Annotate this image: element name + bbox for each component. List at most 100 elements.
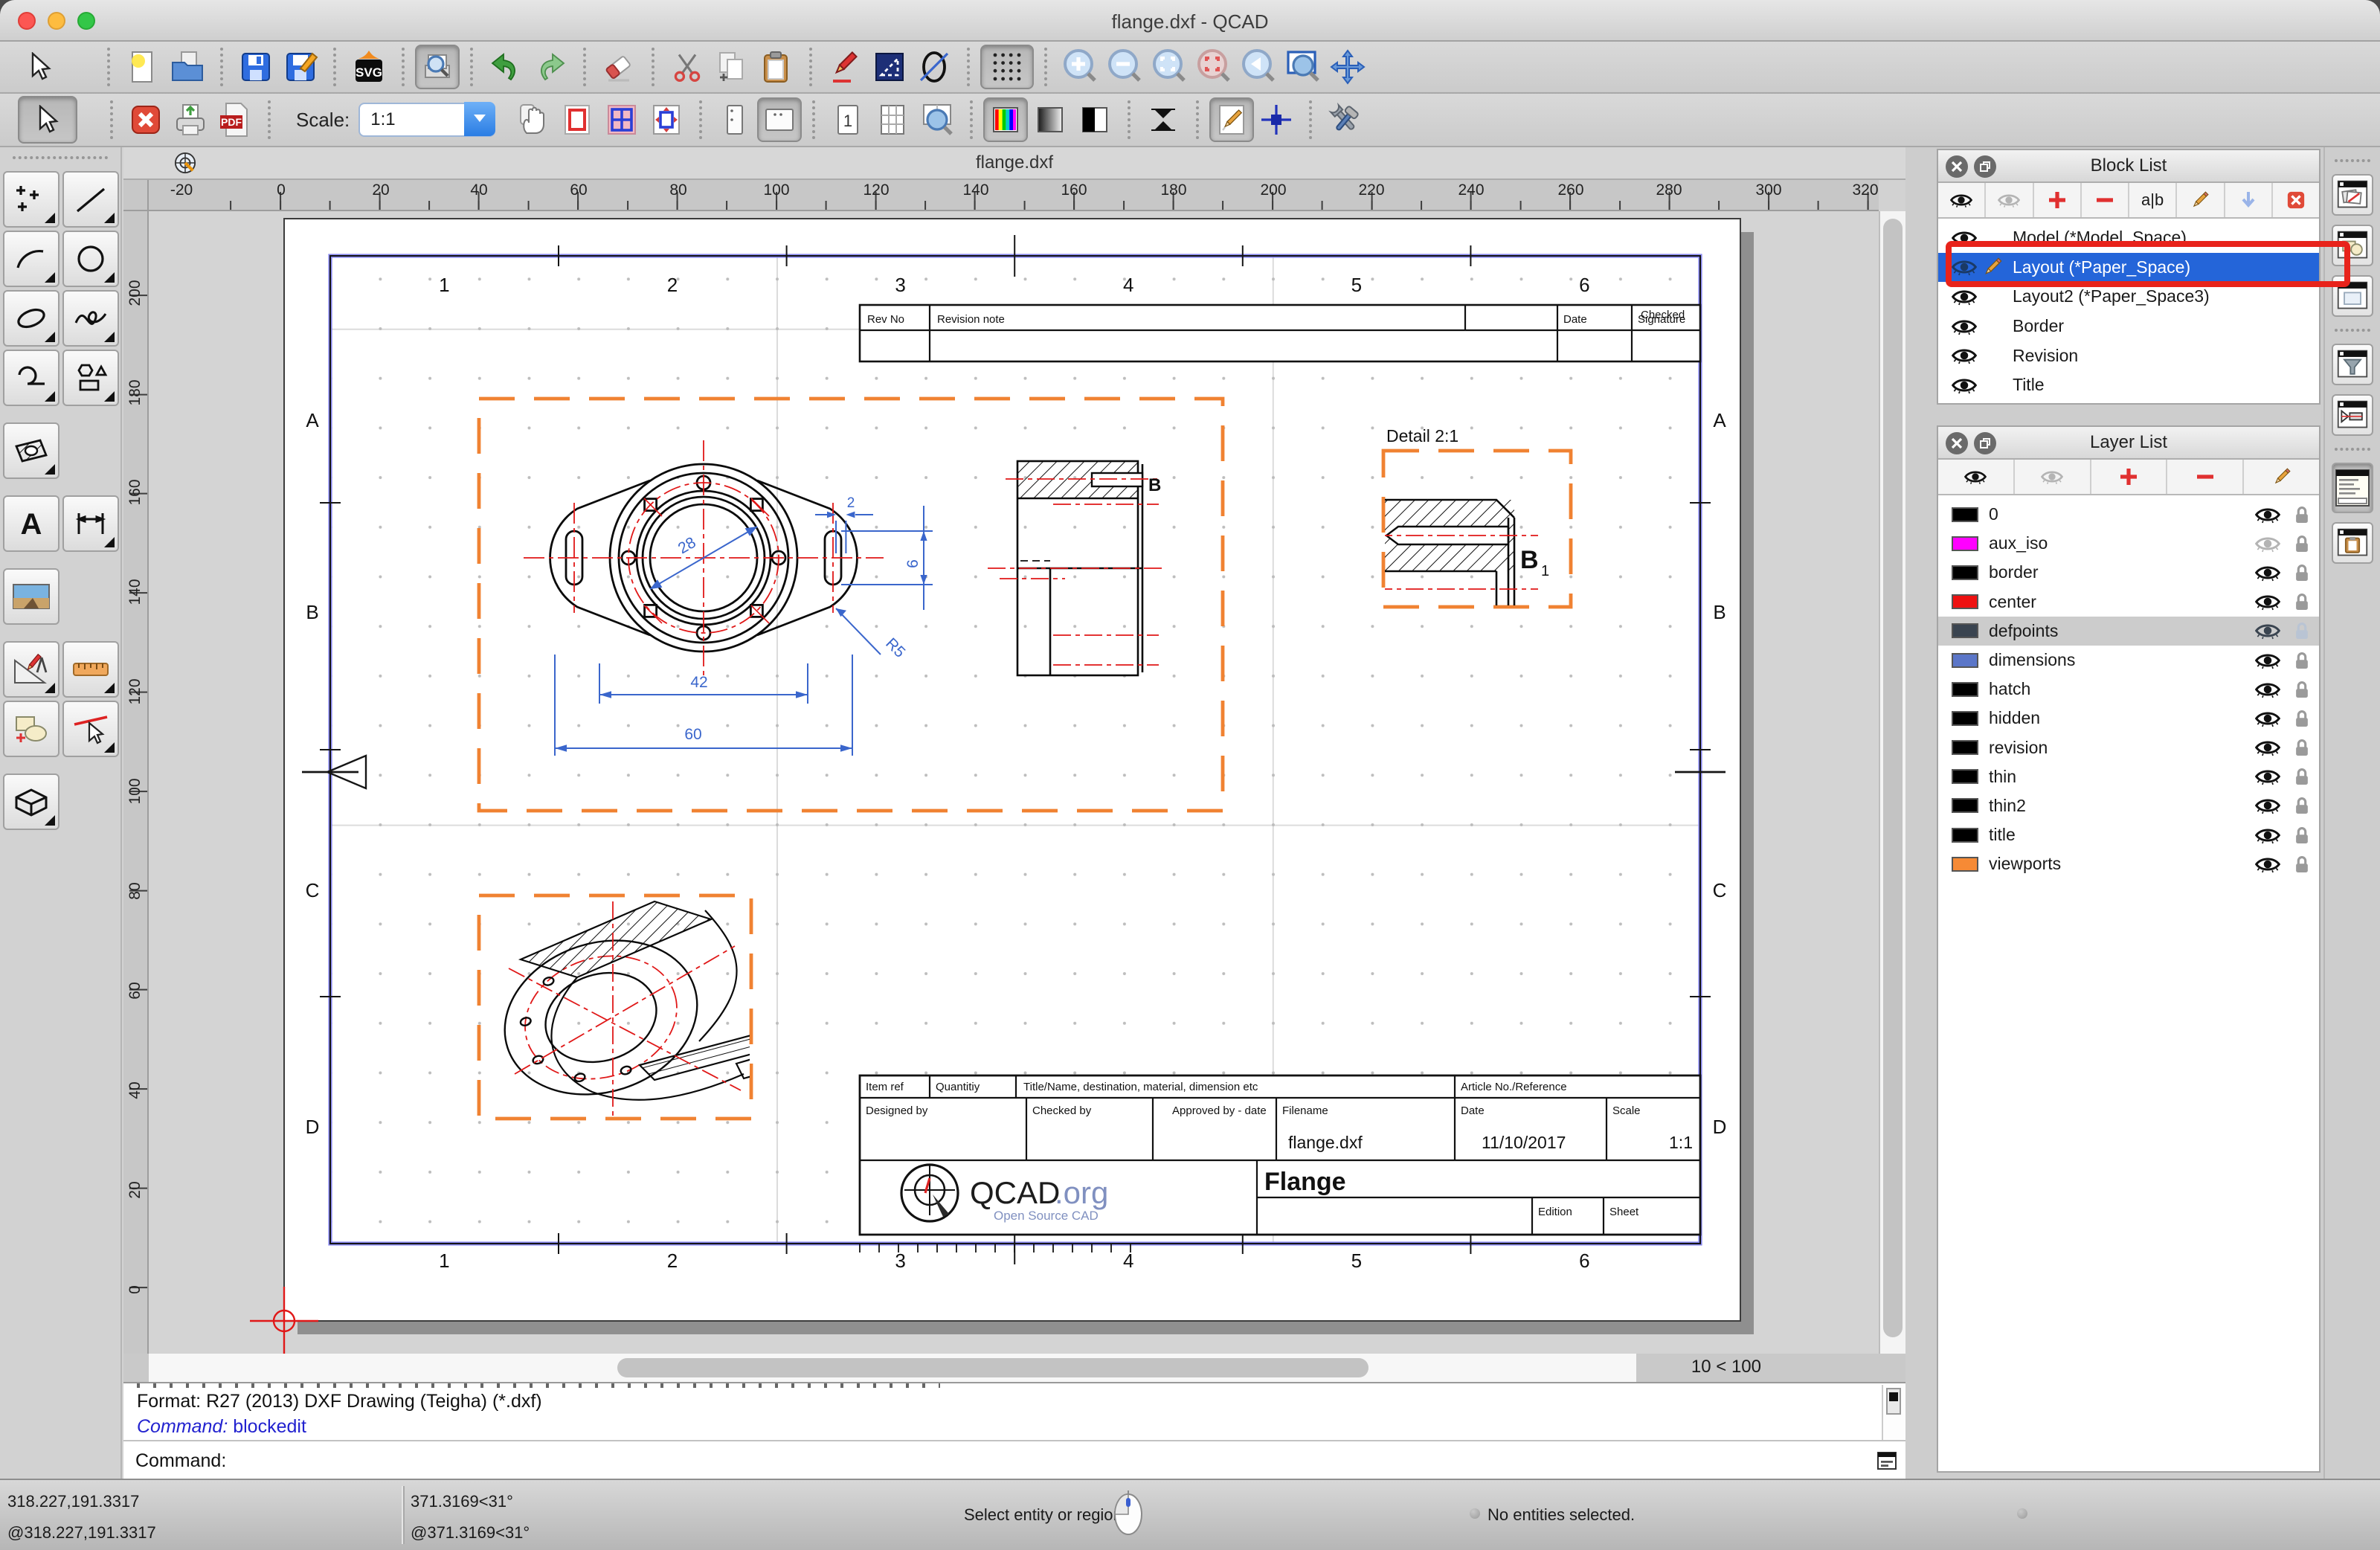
rename-block-button[interactable]: a|b [2129,183,2177,217]
hide-all-blocks-button[interactable] [1986,183,2033,217]
clipboard-panel-icon[interactable] [2332,522,2373,564]
layer-row[interactable]: dimensions [1938,646,2319,675]
multi-page-button[interactable] [599,97,644,142]
grid-snap-button[interactable] [980,45,1034,89]
ellipse-line-button[interactable] [912,45,956,89]
single-page-button[interactable]: 1 [826,97,870,142]
block-row[interactable]: Title [1938,370,2319,400]
view-tab-label[interactable]: flange.dxf [123,152,1905,173]
landscape-button[interactable] [757,97,802,142]
ellipse-tool-button[interactable] [3,290,60,347]
portrait-button[interactable] [713,97,757,142]
grayscale-button[interactable] [1028,97,1072,142]
command-input[interactable]: Command: [123,1440,1905,1479]
arc-tool-button[interactable] [3,231,60,287]
zoom-auto-button[interactable] [1147,45,1191,89]
fit-page-button[interactable] [644,97,689,142]
pan-button[interactable] [1325,45,1370,89]
close-panel-icon[interactable] [1946,155,1968,178]
hide-all-layers-button[interactable] [2015,460,2091,494]
layer-row[interactable]: title [1938,820,2319,849]
block-row[interactable]: Border [1938,312,2319,341]
auto-fit-button[interactable] [1141,97,1186,142]
black-white-button[interactable] [1072,97,1117,142]
save-as-button[interactable] [278,45,323,89]
scale-combobox[interactable]: 1:1 [358,103,495,137]
property-editor-icon[interactable] [2332,174,2373,216]
pdf-export-button[interactable]: PDF [213,97,257,142]
open-file-button[interactable] [165,45,210,89]
show-all-layers-button[interactable] [1938,460,2015,494]
new-file-button[interactable] [120,45,165,89]
edit-block-button[interactable] [2177,183,2225,217]
layer-row[interactable]: viewports [1938,849,2319,878]
command-line-panel-icon[interactable] [2332,463,2373,513]
edit-layer-button[interactable] [2244,460,2319,494]
purge-block-button[interactable] [2273,183,2319,217]
vertical-scrollbar[interactable] [1879,211,1905,1354]
pan-paper-button[interactable] [510,97,555,142]
save-button[interactable] [234,45,278,89]
shape-tool-button[interactable] [62,350,119,406]
history-scrollbar[interactable] [1882,1385,1904,1440]
pencil-edit-button[interactable] [823,45,867,89]
remove-layer-button[interactable] [2167,460,2244,494]
auto-zero-button[interactable] [1254,97,1299,142]
draft-mode-button[interactable] [1209,97,1254,142]
select-tool-button[interactable] [62,701,119,757]
insert-block-button[interactable] [2225,183,2273,217]
layer-row[interactable]: thin [1938,762,2319,791]
strip-handle[interactable] [2335,159,2370,162]
modify-tool-button[interactable] [3,641,60,698]
dimension-tool-button[interactable] [62,495,119,552]
zoom-page-button[interactable] [915,97,959,142]
print-preview-button[interactable] [415,45,460,89]
delete-eraser-button[interactable] [596,45,641,89]
close-panel-icon[interactable] [1946,432,1968,454]
redo-button[interactable] [528,45,573,89]
layer-row-selected[interactable]: defpoints [1938,617,2319,646]
command-history[interactable]: Format: R27 (2013) DXF Drawing (Teigha) … [123,1382,1905,1440]
block-row[interactable]: Revision [1938,341,2319,370]
solid-3d-tool-button[interactable] [3,774,60,830]
line-tool-button[interactable] [62,171,119,228]
layer-row[interactable]: center [1938,588,2319,617]
full-color-button[interactable] [983,97,1028,142]
zoom-window-button[interactable] [1281,45,1325,89]
drawing-canvas[interactable]: 123456 123456 ABCD ABCD Rev No Revision … [149,211,1879,1354]
layer-row[interactable]: revision [1938,733,2319,762]
measurement-panel-icon[interactable] [2332,394,2373,436]
add-layer-button[interactable] [2091,460,2168,494]
close-preview-button[interactable] [123,97,168,142]
layer-row[interactable]: thin2 [1938,791,2319,820]
copy-button[interactable] [710,45,754,89]
dashed-triangle-button[interactable] [867,45,912,89]
undo-button[interactable] [483,45,528,89]
chevron-down-icon[interactable] [464,102,495,136]
zoom-selection-button[interactable] [1191,45,1236,89]
svg-export-button[interactable]: SVG [347,45,391,89]
selection-filter-icon[interactable] [2332,344,2373,385]
text-tool-button[interactable]: A [3,495,60,552]
remove-block-button[interactable] [2082,183,2129,217]
toolbar-handle[interactable] [13,156,108,159]
spline-tool-button[interactable] [62,290,119,347]
point-tool-button[interactable] [3,171,60,228]
horizontal-scrollbar[interactable] [149,1354,1743,1382]
selection-pointer-button[interactable] [18,96,77,144]
cut-button[interactable] [665,45,710,89]
zoom-previous-button[interactable] [1236,45,1281,89]
block-tool-button[interactable] [3,701,60,757]
layer-row[interactable]: hatch [1938,675,2319,704]
layer-row[interactable]: 0 [1938,500,2319,529]
page-grid-button[interactable] [870,97,915,142]
add-block-button[interactable] [2034,183,2082,217]
settings-wrench-button[interactable] [1322,97,1367,142]
zoom-out-button[interactable] [1102,45,1147,89]
paste-button[interactable] [754,45,799,89]
image-tool-button[interactable] [3,568,60,625]
paper-border-button[interactable] [555,97,599,142]
layer-row[interactable]: aux_iso [1938,529,2319,558]
zoom-in-button[interactable] [1058,45,1102,89]
layer-row[interactable]: border [1938,558,2319,587]
